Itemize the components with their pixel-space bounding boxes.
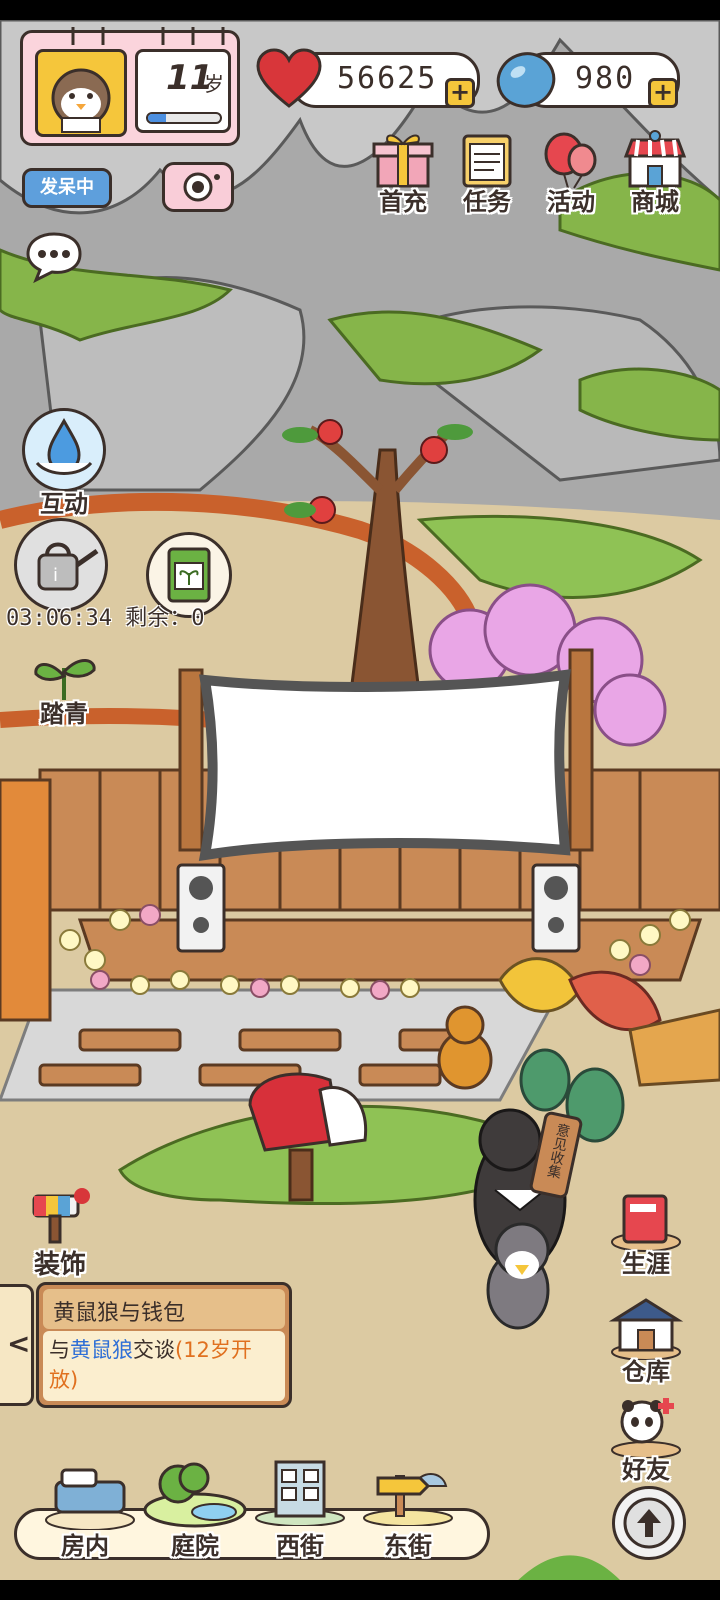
scroll-up-button[interactable]	[612, 1486, 686, 1560]
game-scene: 11 岁 发呆中 56625 + 980 + 首充 任务 活动 商城 互动 i …	[0, 20, 720, 1580]
age-progress-fill	[148, 114, 166, 122]
chat-button[interactable]	[22, 232, 84, 284]
garden-icon	[143, 1462, 247, 1528]
heart-icon	[256, 48, 322, 108]
bed-icon	[45, 1468, 135, 1531]
quest-desc-box: 与黄鼠狼交谈(12岁开放)	[43, 1331, 285, 1401]
nav-west-street[interactable]: 西街	[250, 1456, 350, 1570]
water-drop-icon	[35, 417, 93, 475]
binder-rings-icon	[71, 27, 225, 45]
panda-friends-icon	[611, 1398, 681, 1459]
quest-desc-prefix: 与	[49, 1338, 70, 1362]
nav-room-label: 房内	[61, 1532, 109, 1560]
quest-desc-name: 黄鼠狼	[70, 1338, 133, 1362]
warehouse-icon	[608, 1298, 684, 1361]
mood-badge-label: 发呆中	[40, 177, 94, 198]
camera-icon	[183, 172, 220, 202]
quest-collapse-arrow: <	[7, 1327, 31, 1360]
mood-badge: 发呆中	[22, 168, 112, 208]
cinema-screen[interactable]	[205, 675, 565, 855]
nav-courtyard[interactable]: 庭院	[140, 1450, 250, 1570]
interact-button[interactable]: 互动	[18, 408, 110, 518]
building-icon	[255, 1460, 345, 1527]
warehouse-label: 仓库	[622, 1358, 670, 1386]
menu-shop-label: 商城	[631, 188, 679, 216]
menu-events-label: 活动	[547, 188, 595, 216]
diary-icon	[611, 1194, 681, 1252]
menu-events[interactable]: 活动	[534, 130, 608, 220]
gift-icon	[372, 134, 434, 188]
outing-label: 踏青	[40, 700, 88, 728]
menu-tasks[interactable]: 任务	[450, 130, 524, 220]
nav-east-street[interactable]: 东街	[358, 1456, 458, 1570]
age-display: 11 岁	[135, 49, 231, 133]
camera-button[interactable]	[162, 162, 234, 212]
bear-character[interactable]	[470, 1100, 580, 1240]
add-hearts-button[interactable]: +	[445, 78, 475, 108]
outing-button[interactable]: 踏青	[22, 646, 106, 736]
shop-icon	[623, 130, 687, 188]
decorate-label: 装饰	[33, 1250, 86, 1280]
nav-courtyard-label: 庭院	[171, 1532, 219, 1560]
arrow-up-icon	[623, 1497, 675, 1549]
mailbox[interactable]	[248, 1060, 368, 1200]
avatar[interactable]	[35, 49, 127, 137]
friends-button[interactable]: 好友	[606, 1394, 686, 1490]
penguin-character[interactable]	[484, 1220, 558, 1330]
paintbrush-icon	[32, 1188, 90, 1244]
nav-west-street-label: 西街	[276, 1532, 324, 1560]
watering-can-button[interactable]: i	[14, 518, 108, 612]
interact-circle	[22, 408, 106, 492]
penguin-avatar-icon	[51, 68, 111, 133]
quest-title: 黄鼠狼与钱包	[53, 1301, 186, 1326]
balloon-icon	[544, 132, 597, 189]
quest-desc-mid: 交谈	[133, 1338, 175, 1362]
nav-room[interactable]: 房内	[40, 1460, 140, 1570]
add-gems-button[interactable]: +	[648, 78, 678, 108]
chat-bubble-icon	[26, 232, 82, 284]
quest-title-bar: 黄鼠狼与钱包	[43, 1289, 285, 1329]
clipboard-icon	[462, 134, 512, 188]
menu-first-recharge-label: 首充	[379, 188, 427, 216]
profile-card[interactable]: 11 岁	[20, 27, 240, 146]
career-button[interactable]: 生涯	[606, 1188, 686, 1284]
warehouse-button[interactable]: 仓库	[606, 1296, 686, 1392]
quest-collapse-button[interactable]: <	[0, 1284, 34, 1406]
watering-can-icon: i	[37, 542, 99, 591]
hearts-value: 56625	[337, 61, 438, 96]
age-progress-bar	[146, 112, 222, 124]
menu-tasks-label: 任务	[463, 188, 511, 216]
career-label: 生涯	[622, 1250, 670, 1278]
gems-value: 980	[575, 61, 636, 96]
signpost-icon	[363, 1473, 453, 1527]
svg-text:i: i	[53, 565, 58, 586]
menu-shop[interactable]: 商城	[618, 130, 692, 220]
nav-east-street-label: 东街	[384, 1532, 432, 1560]
friends-label: 好友	[622, 1456, 670, 1484]
growth-timer: 03:06:34 剩余：0	[6, 606, 205, 631]
quest-panel[interactable]: 黄鼠狼与钱包 与黄鼠狼交谈(12岁开放)	[36, 1282, 292, 1408]
age-unit: 岁	[204, 72, 224, 96]
menu-first-recharge[interactable]: 首充	[366, 130, 440, 220]
interact-label: 互动	[40, 490, 88, 518]
gem-icon	[496, 52, 556, 108]
decorate-button[interactable]: 装饰	[20, 1188, 100, 1288]
